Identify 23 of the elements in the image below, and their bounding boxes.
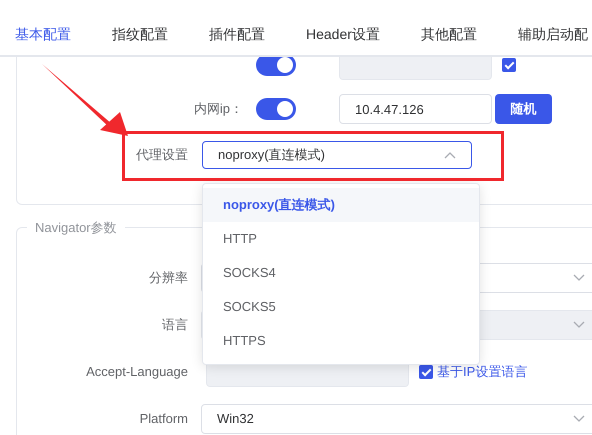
dropdown-option[interactable]: HTTPS bbox=[203, 324, 479, 358]
tab[interactable]: 基本配置 bbox=[15, 24, 71, 55]
field-label: Accept-Language bbox=[85, 364, 188, 379]
field-label: Platform bbox=[138, 411, 188, 426]
checkbox-label: 基于IP设置语言 bbox=[437, 362, 528, 380]
input-field[interactable]: 10.4.47.126 bbox=[339, 94, 492, 124]
dropdown-option[interactable]: noproxy(直连模式) bbox=[203, 188, 479, 222]
section-title: Navigator参数 bbox=[27, 219, 125, 237]
tab[interactable]: 指纹配置 bbox=[112, 24, 168, 55]
field-label: 内网ip： bbox=[192, 100, 243, 118]
tab[interactable]: 辅助启动配 bbox=[518, 24, 588, 55]
select-field[interactable]: Win32 bbox=[201, 404, 592, 434]
tab[interactable]: 插件配置 bbox=[209, 24, 265, 55]
field-label: 语言 bbox=[161, 316, 188, 334]
dropdown-option[interactable]: SOCKS5 bbox=[203, 290, 479, 324]
field-label: 代理设置 bbox=[135, 146, 188, 164]
random-button[interactable]: 随机 bbox=[495, 94, 552, 124]
field-label: 分辨率 bbox=[148, 268, 188, 286]
dropdown-option[interactable]: SOCKS4 bbox=[203, 256, 479, 290]
tab[interactable]: 其他配置 bbox=[420, 24, 477, 55]
dropdown-option[interactable]: HTTP bbox=[203, 222, 479, 256]
proxy-select[interactable]: noproxy(直连模式) bbox=[202, 141, 472, 169]
tab[interactable]: Header设置 bbox=[306, 24, 380, 55]
